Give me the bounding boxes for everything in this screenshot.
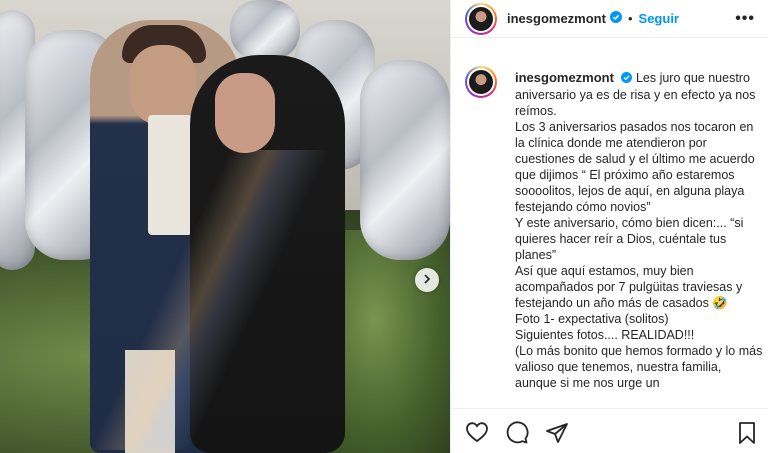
silver-balloon bbox=[360, 60, 450, 260]
header-username[interactable]: inesgomezmont bbox=[507, 11, 606, 26]
send-icon[interactable] bbox=[545, 421, 569, 450]
bookmark-icon[interactable] bbox=[737, 421, 757, 450]
caption-avatar[interactable] bbox=[465, 66, 497, 98]
verified-badge-icon bbox=[609, 10, 622, 28]
caption-section: inesgomezmont Les juro que nuestro anive… bbox=[451, 58, 768, 408]
post-sidebar: inesgomezmont • Seguir ••• inesgomezmont… bbox=[450, 0, 768, 453]
post-photo[interactable] bbox=[0, 0, 450, 453]
action-bar bbox=[451, 408, 768, 453]
caption-username[interactable]: inesgomezmont bbox=[515, 70, 614, 85]
separator-dot: • bbox=[627, 11, 633, 26]
light-flare bbox=[70, 150, 330, 450]
caption-line: (Lo más bonito que hemos formado y lo má… bbox=[515, 343, 763, 390]
caption-line: Foto 1- expectativa (solitos) bbox=[515, 311, 669, 326]
next-photo-button[interactable] bbox=[415, 268, 439, 292]
caption-line: Siguientes fotos.... REALIDAD!!! bbox=[515, 327, 695, 342]
caption-line: Los 3 aniversarios pasados nos tocaron e… bbox=[515, 119, 755, 214]
caption-line: Y este aniversario, cómo bien dicen:... … bbox=[515, 215, 744, 262]
more-options-button[interactable]: ••• bbox=[735, 10, 755, 28]
avatar[interactable] bbox=[465, 2, 497, 35]
heart-icon[interactable] bbox=[465, 421, 489, 448]
post-header: inesgomezmont • Seguir ••• bbox=[451, 0, 768, 38]
comment-icon[interactable] bbox=[505, 421, 529, 450]
chevron-right-icon bbox=[422, 271, 432, 289]
follow-button[interactable]: Seguir bbox=[639, 11, 679, 26]
verified-badge-icon bbox=[621, 71, 633, 87]
caption-text: inesgomezmont Les juro que nuestro anive… bbox=[515, 70, 765, 391]
caption-line: Así que aquí estamos, muy bien acompañad… bbox=[515, 263, 743, 310]
silver-balloon bbox=[230, 0, 300, 60]
